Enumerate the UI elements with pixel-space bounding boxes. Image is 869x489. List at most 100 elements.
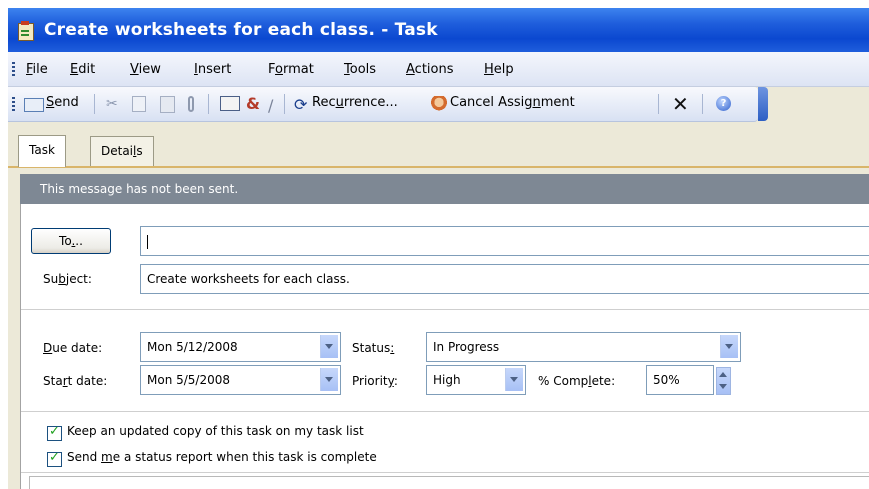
menu-help[interactable]: Help <box>484 62 514 77</box>
cancel-assignment-button[interactable]: Cancel Assignment <box>450 95 575 110</box>
start-date-label-1: Sta <box>43 374 63 388</box>
due-date-value: Mon 5/12/2008 <box>147 340 238 354</box>
task-notes-area[interactable] <box>29 476 869 489</box>
window-title: Create worksheets for each class. - Task <box>44 20 438 40</box>
task-form: To... Subject: Create worksheets for eac… <box>20 204 869 489</box>
divider <box>21 472 869 473</box>
paste-icon[interactable] <box>160 96 175 113</box>
priority-label-2: : <box>393 374 398 388</box>
keep-copy-label: Keep an updated copy of this task on my … <box>67 424 364 438</box>
toolbar-options-chevron[interactable] <box>758 87 768 121</box>
menu-format[interactable]: Format <box>268 62 314 77</box>
priority-dropdown[interactable]: High <box>426 365 526 395</box>
tab-details[interactable]: Details <box>90 136 154 166</box>
start-date-dropdown[interactable]: Mon 5/5/2008 <box>140 365 341 395</box>
recurrence-label-u: u <box>335 95 344 110</box>
priority-label: Priority: <box>352 374 398 388</box>
toolbar-separator <box>702 94 703 114</box>
subject-label-1: Su <box>43 272 59 286</box>
recurrence-label-2: rrence... <box>343 95 398 110</box>
due-date-dropdown[interactable]: Mon 5/12/2008 <box>140 332 341 362</box>
status-label-1: Status <box>352 341 391 355</box>
priority-label-1: Priorit <box>352 374 388 388</box>
status-dropdown[interactable]: In Progress <box>426 332 741 362</box>
subject-label: Subject: <box>43 272 92 286</box>
chevron-down-icon[interactable] <box>505 368 523 391</box>
title-bar[interactable]: Create worksheets for each class. - Task <box>8 8 869 52</box>
status-report-label: Send me a status report when this task i… <box>67 450 377 464</box>
complete-label-1: % Comp <box>538 374 589 388</box>
to-button[interactable]: To... <box>31 228 111 254</box>
to-field[interactable] <box>140 226 869 256</box>
help-icon[interactable]: ? <box>716 96 731 111</box>
chevron-down-icon[interactable] <box>720 335 738 358</box>
menu-file[interactable]: File <box>26 62 48 77</box>
keep-copy-checkbox[interactable] <box>47 424 62 441</box>
status-report-label-1: Send <box>67 450 102 464</box>
check-names-icon[interactable]: & <box>246 94 262 113</box>
cut-icon[interactable]: ✂ <box>106 96 122 112</box>
chevron-down-icon[interactable] <box>320 335 338 358</box>
info-bar-message: This message has not been sent. <box>40 182 239 196</box>
menu-tools[interactable]: Tools <box>344 62 376 77</box>
subject-label-2: ject: <box>65 272 92 286</box>
copy-icon[interactable] <box>132 96 146 112</box>
percent-complete-input[interactable]: 50% <box>646 365 714 395</box>
standard-toolbar: Send ✂ & / ⟳ Recurrence... Cancel Assign… <box>8 87 758 122</box>
toolbar-grip[interactable] <box>12 97 15 111</box>
divider <box>21 411 869 412</box>
info-bar: This message has not been sent. <box>20 174 869 204</box>
text-cursor <box>147 234 148 249</box>
toolbar-separator <box>284 94 285 114</box>
cancel-assignment-label-2: ment <box>540 95 575 110</box>
complete-label: % Complete: <box>538 374 615 388</box>
task-icon <box>18 21 34 41</box>
due-date-label: Due date: <box>43 341 102 355</box>
cancel-assignment-label-1: Cancel Assig <box>450 95 533 110</box>
recurrence-label-1: Rec <box>312 95 336 110</box>
status-label: Status: <box>352 341 394 355</box>
start-date-label-2: t date: <box>67 374 108 388</box>
menu-edit[interactable]: Edit <box>70 62 95 77</box>
priority-value: High <box>433 373 461 387</box>
send-label: end <box>54 95 79 110</box>
status-report-label-2: e a status report when this task is comp… <box>112 450 377 464</box>
menu-actions[interactable]: Actions <box>406 62 454 77</box>
status-report-label-u: m <box>101 450 113 464</box>
cancel-assignment-icon <box>430 96 448 112</box>
menu-insert[interactable]: Insert <box>194 62 231 77</box>
recurrence-button[interactable]: Recurrence... <box>312 95 398 110</box>
address-book-icon[interactable] <box>220 96 240 111</box>
tab-details-label-1: Detai <box>101 144 134 158</box>
subject-label-u: b <box>58 272 66 286</box>
toolbar-separator <box>658 94 659 114</box>
due-date-label-2: ue date: <box>52 341 103 355</box>
status-value: In Progress <box>433 340 500 354</box>
percent-complete-spinner[interactable] <box>716 367 731 395</box>
to-label-1: To <box>59 234 72 248</box>
envelope-icon <box>24 98 44 112</box>
to-label-2: .. <box>75 234 83 248</box>
status-label-u: : <box>390 341 395 355</box>
due-date-label-u: D <box>43 341 53 355</box>
complete-label-2: ete: <box>591 374 616 388</box>
attach-file-icon[interactable] <box>188 96 194 112</box>
cancel-assignment-label-u: n <box>532 95 541 110</box>
follow-up-icon[interactable]: / <box>268 96 284 115</box>
toolbar-separator <box>94 94 95 114</box>
divider <box>21 309 869 310</box>
tab-task[interactable]: Task <box>18 135 66 167</box>
chevron-down-icon[interactable] <box>320 368 338 391</box>
start-date-value: Mon 5/5/2008 <box>147 373 231 387</box>
task-window: Create worksheets for each class. - Task… <box>8 8 869 489</box>
recurrence-icon: ⟳ <box>294 95 308 114</box>
send-button[interactable]: Send <box>46 95 79 110</box>
delete-icon[interactable]: ✕ <box>672 92 689 116</box>
status-report-checkbox[interactable] <box>47 450 62 467</box>
menu-view[interactable]: View <box>130 62 161 77</box>
tab-strip: Task Details <box>8 130 869 168</box>
menu-grip[interactable] <box>12 62 15 76</box>
tab-details-label-2: s <box>136 144 143 158</box>
start-date-label: Start date: <box>43 374 107 388</box>
subject-field[interactable]: Create worksheets for each class. <box>140 264 869 294</box>
